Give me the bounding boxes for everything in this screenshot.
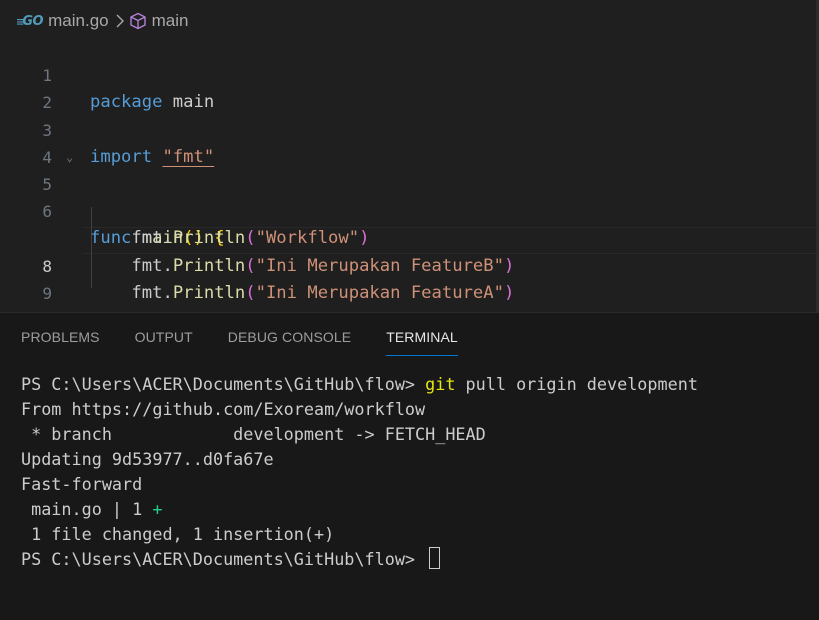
terminal-line: Updating 9d53977..d0fa67e xyxy=(21,449,274,469)
tab-terminal[interactable]: TERMINAL xyxy=(386,327,458,356)
symbol-cube-icon xyxy=(129,12,147,30)
terminal-line: From https://github.com/Exoream/workflow xyxy=(21,399,426,419)
paren-token: ( xyxy=(245,228,256,249)
code-line[interactable]: 7 fmt.Println("Ini Merupakan FeatureB") xyxy=(0,198,514,275)
code-line[interactable]: 5 ⌄ func main() { xyxy=(0,144,224,249)
code-line[interactable]: 3 import "fmt" xyxy=(0,89,214,167)
terminal-command-args: pull origin development xyxy=(455,374,698,394)
tab-debug-console[interactable]: DEBUG CONSOLE xyxy=(228,327,351,355)
bottom-panel: PROBLEMS OUTPUT DEBUG CONSOLE TERMINAL P… xyxy=(0,312,819,620)
breadcrumb: ≡GO main.go main xyxy=(0,8,819,34)
terminal-cursor xyxy=(429,547,441,569)
terminal-line: Fast-forward xyxy=(21,474,143,494)
code-line-current[interactable]: 8 fmt.Println("Ini Merupakan FeatureA") xyxy=(0,225,514,303)
terminal-line: main.go | 1 + xyxy=(21,497,698,522)
tab-output[interactable]: OUTPUT xyxy=(135,327,193,355)
code-line[interactable]: 6 fmt.Println("Workflow") xyxy=(0,171,369,248)
breadcrumb-symbol[interactable]: main xyxy=(152,11,189,31)
terminal-line: 1 file changed, 1 insertion(+) xyxy=(21,524,335,544)
code-line[interactable]: 1 package main xyxy=(0,35,214,112)
line-number: 9 xyxy=(42,283,52,303)
breadcrumb-file[interactable]: main.go xyxy=(48,11,108,31)
keyword-token: package xyxy=(90,92,163,113)
tab-problems[interactable]: PROBLEMS xyxy=(21,327,100,355)
terminal-line: PS C:\Users\ACER\Documents\GitHub\flow> … xyxy=(21,372,698,397)
package-token: fmt. xyxy=(131,282,173,303)
diffstat-plus: + xyxy=(152,499,163,519)
terminal-line: * branch development -> FETCH_HEAD xyxy=(21,424,486,444)
package-token: fmt. xyxy=(131,228,173,249)
code-line[interactable]: 9 } xyxy=(0,253,100,330)
terminal-line: PS C:\Users\ACER\Documents\GitHub\flow> xyxy=(21,547,698,572)
function-token: Println xyxy=(172,228,246,249)
diffstat-text: main.go | 1 xyxy=(21,499,153,519)
chevron-right-icon xyxy=(115,14,125,28)
paren-token: ) xyxy=(503,282,515,303)
paren-token: ( xyxy=(245,282,256,303)
string-token: "Workflow" xyxy=(255,228,360,249)
string-token: "Ini Merupakan FeatureA" xyxy=(255,282,504,303)
editor[interactable]: ≡GO main.go main 1 package main 2 3 impo… xyxy=(0,0,819,330)
terminal-prompt: PS C:\Users\ACER\Documents\GitHub\flow> xyxy=(21,374,426,394)
terminal-prompt: PS C:\Users\ACER\Documents\GitHub\flow> xyxy=(21,549,426,569)
code-lines[interactable]: 1 package main 2 3 import "fmt" 4 5 ⌄ fu… xyxy=(0,35,514,330)
panel-tabs: PROBLEMS OUTPUT DEBUG CONSOLE TERMINAL xyxy=(21,327,493,356)
code-line[interactable]: 4 xyxy=(0,117,62,167)
string-token: "Ini Merupakan FeatureB" xyxy=(255,255,504,276)
terminal[interactable]: PS C:\Users\ACER\Documents\GitHub\flow> … xyxy=(21,372,698,572)
paren-token: ) xyxy=(503,255,515,276)
paren-token: ) xyxy=(359,228,370,249)
go-file-icon: ≡GO xyxy=(16,13,44,29)
keyword-token: import xyxy=(90,146,153,167)
string-token: "fmt" xyxy=(162,146,215,167)
identifier-token: main xyxy=(162,92,215,113)
function-token: Println xyxy=(172,282,246,303)
function-token: Println xyxy=(172,255,246,276)
terminal-command-name: git xyxy=(425,374,456,394)
code-line[interactable]: 2 xyxy=(0,62,62,112)
fold-chevron-icon[interactable]: ⌄ xyxy=(66,144,73,171)
paren-token: ( xyxy=(245,255,256,276)
package-token: fmt. xyxy=(131,255,173,276)
